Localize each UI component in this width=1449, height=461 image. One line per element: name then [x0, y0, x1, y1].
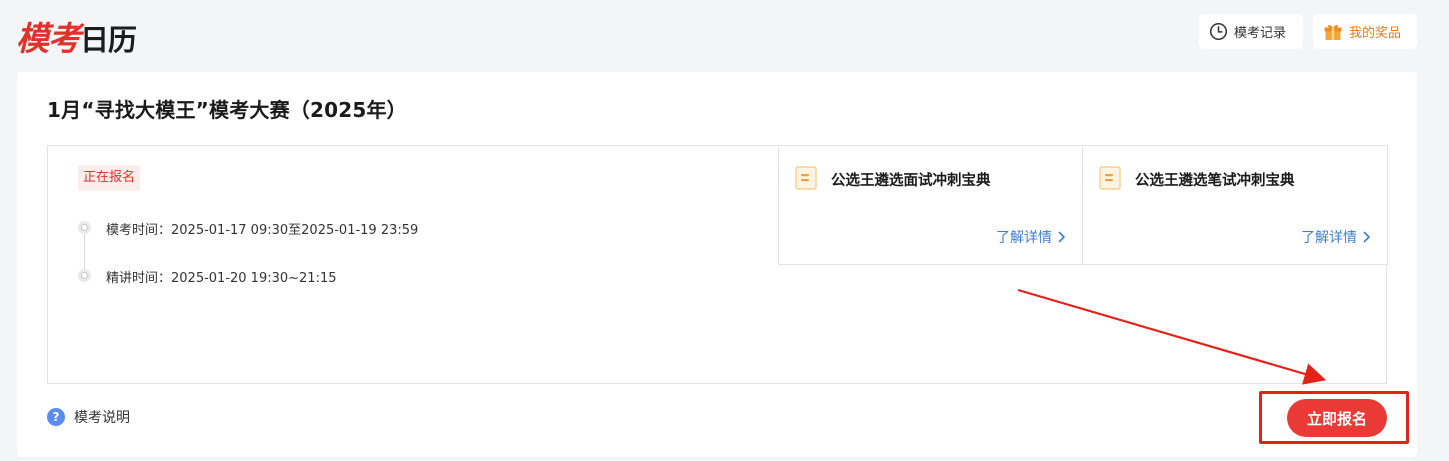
logo-red-text: 模考 [16, 19, 81, 58]
signup-button[interactable]: 立即报名 [1287, 399, 1387, 437]
book-card-written: 公选王遴选笔试冲刺宝典 了解详情 [1082, 145, 1388, 265]
book-details-label: 了解详情 [1301, 230, 1357, 246]
clock-icon [1209, 22, 1228, 41]
document-icon [1099, 166, 1121, 190]
chevron-right-icon [1363, 231, 1370, 243]
exam-time: 模考时间：2025-01-17 09:30至2025-01-19 23:59 [106, 223, 419, 238]
timeline-dot [78, 269, 91, 282]
book-title: 公选王遴选笔试冲刺宝典 [1135, 173, 1295, 189]
book-title: 公选王遴选面试冲刺宝典 [831, 173, 991, 189]
gift-icon [1324, 24, 1342, 40]
exam-title: 1月“寻找大模王”模考大赛（2025年） [47, 98, 407, 122]
book-details-label: 了解详情 [996, 230, 1052, 246]
book-details-link[interactable]: 了解详情 [1301, 227, 1371, 247]
book-details-link[interactable]: 了解详情 [996, 227, 1066, 247]
page: 模考 日历 模考记录 我的奖品 1月“寻找大模王”模考大赛（2025年） 正在报… [0, 0, 1449, 461]
question-icon: ? [47, 408, 65, 426]
exam-card: 1月“寻找大模王”模考大赛（2025年） 正在报名 模考时间：2025-01-1… [17, 72, 1417, 457]
timeline-dot [78, 221, 91, 234]
exam-details-panel: 正在报名 模考时间：2025-01-17 09:30至2025-01-19 23… [47, 145, 1388, 384]
exam-record-button[interactable]: 模考记录 [1199, 14, 1303, 49]
logo-dark-text: 日历 [80, 23, 137, 57]
my-prizes-button[interactable]: 我的奖品 [1313, 14, 1417, 49]
exam-record-label: 模考记录 [1234, 26, 1287, 41]
lecture-time: 精讲时间：2025-01-20 19:30~21:15 [106, 271, 337, 286]
document-icon [795, 166, 817, 190]
exam-instructions-label: 模考说明 [74, 410, 130, 426]
exam-instructions-link[interactable]: ? 模考说明 [47, 407, 130, 427]
book-card-interview: 公选王遴选面试冲刺宝典 了解详情 [778, 145, 1083, 265]
chevron-right-icon [1058, 231, 1065, 243]
my-prizes-label: 我的奖品 [1349, 26, 1402, 41]
timeline-line [84, 227, 85, 275]
status-badge: 正在报名 [78, 165, 141, 191]
logo: 模考 日历 [16, 12, 137, 58]
